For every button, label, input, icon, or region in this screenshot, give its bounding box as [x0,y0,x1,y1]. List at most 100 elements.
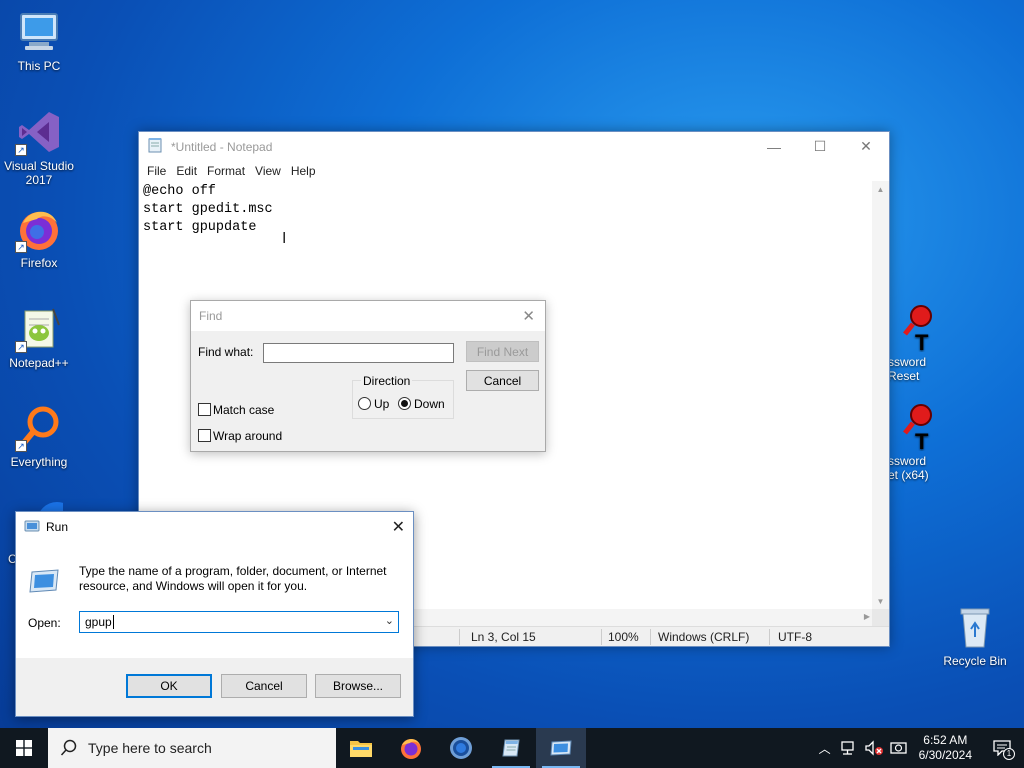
taskbar-search-box[interactable]: Type here to search [48,728,336,768]
search-placeholder: Type here to search [88,740,212,756]
direction-down-radio[interactable] [398,397,411,410]
direction-label: Direction [361,374,413,388]
recycle-bin-icon [951,603,999,651]
volume-muted-icon[interactable] [864,740,884,756]
close-button[interactable]: ✕ [843,132,889,161]
run-description: Type the name of a program, folder, docu… [79,564,387,593]
desktop-icon-label: This PC [17,59,61,73]
desktop-icon-everything[interactable]: ↗ Everything [0,404,78,469]
run-browse-button[interactable]: Browse... [315,674,401,698]
visual-studio-icon: ↗ [15,108,63,156]
run-ok-button[interactable]: OK [126,674,212,698]
run-program-icon [28,566,62,599]
find-what-label: Find what: [198,345,254,359]
notepad-icon [502,739,520,757]
desktop-icon-label: Firefox [20,256,58,270]
clock-date: 6/30/2024 [918,748,972,762]
keyboard-icon[interactable] [889,740,908,756]
taskbar-file-explorer[interactable] [336,728,386,768]
find-next-button[interactable]: Find Next [466,341,539,362]
vertical-scrollbar[interactable]: ▲ ▼ [872,181,889,610]
status-zoom: 100% [608,630,639,644]
run-close-button[interactable]: ✕ [392,517,405,537]
network-icon[interactable] [840,740,858,756]
wrap-around-checkbox[interactable] [198,429,211,442]
direction-up-label: Up [374,397,390,411]
run-title-icon [24,518,40,537]
scroll-up-icon[interactable]: ▲ [872,185,889,194]
start-button[interactable] [0,728,48,768]
status-position: Ln 3, Col 15 [471,630,536,644]
run-dialog[interactable]: Run ✕ Type the name of a program, folder… [15,511,414,717]
search-icon [60,739,77,756]
desktop-icon-this-pc[interactable]: This PC [0,8,78,73]
desktop-icon-recycle-bin[interactable]: Recycle Bin [936,603,1014,668]
system-tray: ︿ 6:52 AM 6/30/2024 1 [813,728,1024,768]
menu-help[interactable]: Help [287,164,322,178]
direction-down-label: Down [414,397,445,411]
clock-time: 6:52 AM [923,733,968,747]
desktop-icon-visual-studio[interactable]: ↗ Visual Studio 2017 [0,108,78,187]
text-cursor-icon: I [282,229,287,247]
firefox-icon [401,739,421,759]
desktop-icon-label: Everything [10,455,68,469]
taskbar-firefox[interactable] [386,728,436,768]
desktop-icon-notepadpp[interactable]: ↗ Notepad++ [0,305,78,370]
direction-up-radio[interactable] [358,397,371,410]
password-reset-icon: T [887,304,935,355]
find-what-input[interactable] [263,343,454,363]
menu-edit[interactable]: Edit [172,164,203,178]
status-encoding: UTF-8 [778,630,812,644]
run-cancel-button[interactable]: Cancel [221,674,307,698]
find-dialog-titlebar[interactable]: Find [191,301,545,331]
shortcut-arrow-icon: ↗ [15,144,27,156]
monitor-icon [15,8,63,56]
menu-view[interactable]: View [251,164,287,178]
file-explorer-icon [350,741,372,757]
notepadpp-icon: ↗ [15,305,63,353]
shortcut-arrow-icon: ↗ [15,241,27,253]
taskbar-notepad[interactable] [486,728,536,768]
chevron-up-icon[interactable]: ︿ [813,740,837,757]
desktop-icon-firefox[interactable]: ↗ Firefox [0,205,78,270]
chevron-down-icon[interactable]: ⌄ [385,614,394,627]
svg-text:T: T [915,330,929,352]
desktop-icon-label: Recycle Bin [943,654,1007,668]
menu-file[interactable]: File [143,164,172,178]
action-center-button[interactable]: 1 [980,728,1024,768]
minimize-button[interactable]: — [751,132,797,161]
run-open-label: Open: [28,616,61,630]
taskbar-chrome[interactable] [436,728,486,768]
scrollbar-corner [872,609,889,626]
status-line-ending: Windows (CRLF) [658,630,750,644]
match-case-checkbox[interactable] [198,403,211,416]
scroll-down-icon[interactable]: ▼ [872,597,889,606]
taskbar: Type here to search ︿ 6:52 AM 6/30/2024 … [0,728,1024,768]
taskbar-clock[interactable]: 6:52 AM 6/30/2024 [911,733,980,763]
taskbar-run[interactable] [536,728,586,768]
windows-logo-icon [16,740,32,756]
svg-text:T: T [915,429,929,451]
find-cancel-button[interactable]: Cancel [466,370,539,391]
run-open-value: gpup [85,615,112,629]
run-dialog-title: Run [46,520,69,534]
shortcut-arrow-icon: ↗ [15,341,27,353]
password-reset-x64-icon: T [887,403,935,454]
run-icon [550,740,572,756]
notepad-title: *Untitled - Notepad [171,139,273,154]
desktop-icon-label: Visual Studio 2017 [4,159,74,187]
find-dialog[interactable]: Find ✕ Find what: Find Next Cancel Direc… [190,300,546,452]
notification-count-badge: 1 [1003,748,1015,760]
scroll-right-icon[interactable]: ▶ [864,612,870,621]
match-case-label: Match case [213,403,275,417]
firefox-icon: ↗ [15,205,63,253]
run-dialog-body: Type the name of a program, folder, docu… [16,542,413,658]
maximize-button[interactable]: ☐ [797,132,843,161]
find-close-button[interactable]: ✕ [522,307,535,325]
run-open-combobox[interactable]: gpup ⌄ [79,611,399,633]
run-dialog-titlebar[interactable]: Run [16,512,413,542]
menu-format[interactable]: Format [203,164,251,178]
find-dialog-title: Find [199,309,223,323]
desktop-icon-label: Notepad++ [9,356,69,370]
shortcut-arrow-icon: ↗ [15,440,27,452]
